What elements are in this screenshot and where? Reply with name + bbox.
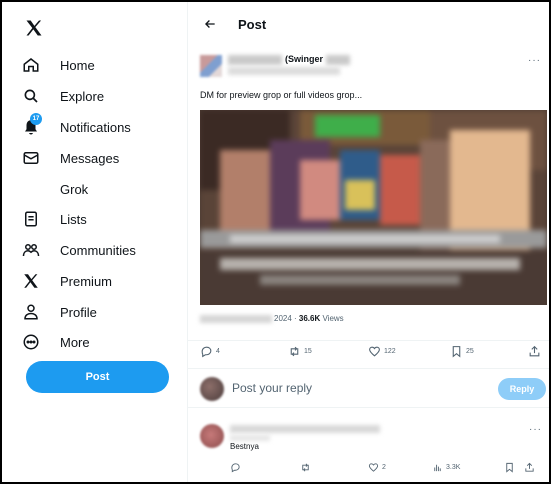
- sidebar-item-label: Lists: [60, 211, 87, 227]
- reply-more-options-icon[interactable]: ···: [529, 424, 542, 435]
- repost-icon: [290, 346, 299, 357]
- sidebar-item-label: Grok: [60, 181, 89, 197]
- grok-icon: [20, 178, 42, 200]
- post-button[interactable]: Post: [26, 361, 169, 393]
- post-detail: Post (Swinger ··· DM for preview grop or…: [187, 2, 549, 482]
- share-icon: [525, 462, 534, 472]
- sidebar-item-profile[interactable]: Profile: [20, 300, 97, 324]
- reply-action[interactable]: 4: [200, 345, 220, 358]
- timestamp-redacted: [200, 315, 272, 323]
- reply-bookmark-action[interactable]: [504, 462, 518, 473]
- sidebar-item-label: Notifications: [60, 119, 131, 135]
- reply-button[interactable]: Reply: [498, 378, 546, 400]
- blurred-image: [200, 110, 547, 305]
- share-icon: [529, 345, 540, 357]
- list-icon: [20, 208, 42, 230]
- like-count: 122: [384, 348, 396, 355]
- sidebar-item-explore[interactable]: Explore: [20, 84, 104, 108]
- reply-input[interactable]: Post your reply: [232, 381, 312, 395]
- reply-like-count: 2: [382, 464, 386, 471]
- sidebar-item-premium[interactable]: Premium: [20, 269, 112, 293]
- sidebar-item-more[interactable]: More: [20, 330, 90, 354]
- author-name[interactable]: (Swinger: [285, 54, 323, 64]
- reply-share-action[interactable]: [524, 462, 538, 473]
- sidebar-item-communities[interactable]: Communities: [20, 238, 136, 262]
- reply-reply-action[interactable]: [230, 462, 244, 473]
- x-logo[interactable]: [22, 16, 46, 40]
- sidebar-item-label: Explore: [60, 88, 105, 104]
- more-options-icon[interactable]: ···: [528, 55, 541, 66]
- reply-text: Bestnya: [230, 442, 259, 451]
- repost-icon: [302, 463, 309, 472]
- heart-icon: [368, 463, 379, 472]
- post-year: 2024 ·: [274, 314, 299, 323]
- reply-views-count: 3.3K: [446, 464, 461, 471]
- sidebar-item-label: Messages: [60, 150, 120, 166]
- person-icon: [20, 301, 42, 323]
- sidebar: Home Explore 17 Notifications Messages G…: [2, 2, 184, 482]
- more-circle-icon: [20, 331, 42, 353]
- home-icon: [20, 54, 42, 76]
- sidebar-item-lists[interactable]: Lists: [20, 207, 87, 231]
- tweet-media-blurred[interactable]: [200, 110, 547, 305]
- reply-item[interactable]: ··· Bestnya 2 3.3K: [188, 418, 549, 482]
- reply-icon: [201, 346, 212, 358]
- search-icon: [20, 85, 42, 107]
- bookmark-icon: [506, 462, 513, 473]
- reply-composer: Post your reply Reply: [188, 368, 549, 408]
- author-name-redacted: [228, 55, 282, 65]
- tweet-actions: 4 15 122 25: [188, 340, 549, 360]
- bookmark-action[interactable]: 25: [450, 345, 474, 358]
- sidebar-item-home[interactable]: Home: [20, 53, 95, 77]
- current-user-avatar[interactable]: [200, 377, 224, 401]
- page-title: Post: [238, 16, 267, 32]
- envelope-icon: [20, 147, 42, 169]
- bell-icon: 17: [20, 113, 42, 138]
- author-name-redacted: [326, 55, 350, 65]
- notification-count-badge: 17: [30, 113, 42, 125]
- tweet-text: DM for preview grop or full videos grop.…: [200, 90, 363, 100]
- x-logo-icon: [20, 270, 42, 292]
- bookmark-count: 25: [466, 348, 474, 355]
- reply-count: 4: [216, 348, 220, 355]
- heart-icon: [369, 346, 380, 357]
- back-arrow-icon[interactable]: [202, 16, 218, 32]
- reply-author-handle-redacted: [230, 435, 270, 441]
- like-action[interactable]: 122: [368, 345, 396, 358]
- share-action[interactable]: [528, 345, 544, 358]
- app-window: Home Explore 17 Notifications Messages G…: [0, 0, 551, 484]
- bookmark-icon: [452, 346, 461, 358]
- post-meta: 2024 · 36.6K Views: [274, 314, 344, 323]
- page-header: Post: [188, 2, 549, 46]
- reply-icon: [231, 463, 240, 473]
- views-count: 36.6K: [298, 314, 321, 323]
- sidebar-item-grok[interactable]: Grok: [20, 177, 88, 201]
- sidebar-item-label: Home: [60, 57, 95, 73]
- views-label: Views: [320, 314, 344, 323]
- reply-repost-action[interactable]: [300, 462, 314, 473]
- communities-icon: [20, 239, 42, 261]
- sidebar-item-label: Premium: [60, 273, 113, 289]
- reply-author-avatar[interactable]: [200, 424, 224, 448]
- sidebar-item-messages[interactable]: Messages: [20, 146, 119, 170]
- sidebar-item-notifications[interactable]: 17 Notifications: [20, 113, 131, 139]
- sidebar-item-label: Communities: [60, 242, 136, 258]
- author-avatar[interactable]: [200, 55, 222, 77]
- reply-views-action[interactable]: 3.3K: [432, 462, 460, 473]
- sidebar-item-label: Profile: [60, 304, 97, 320]
- sidebar-item-label: More: [60, 334, 90, 350]
- reply-like-action[interactable]: 2: [368, 462, 386, 473]
- reply-author-name-redacted: [230, 425, 380, 433]
- author-handle-redacted: [228, 67, 340, 75]
- repost-count: 15: [304, 348, 312, 355]
- repost-action[interactable]: 15: [288, 345, 312, 358]
- analytics-icon: [434, 464, 441, 472]
